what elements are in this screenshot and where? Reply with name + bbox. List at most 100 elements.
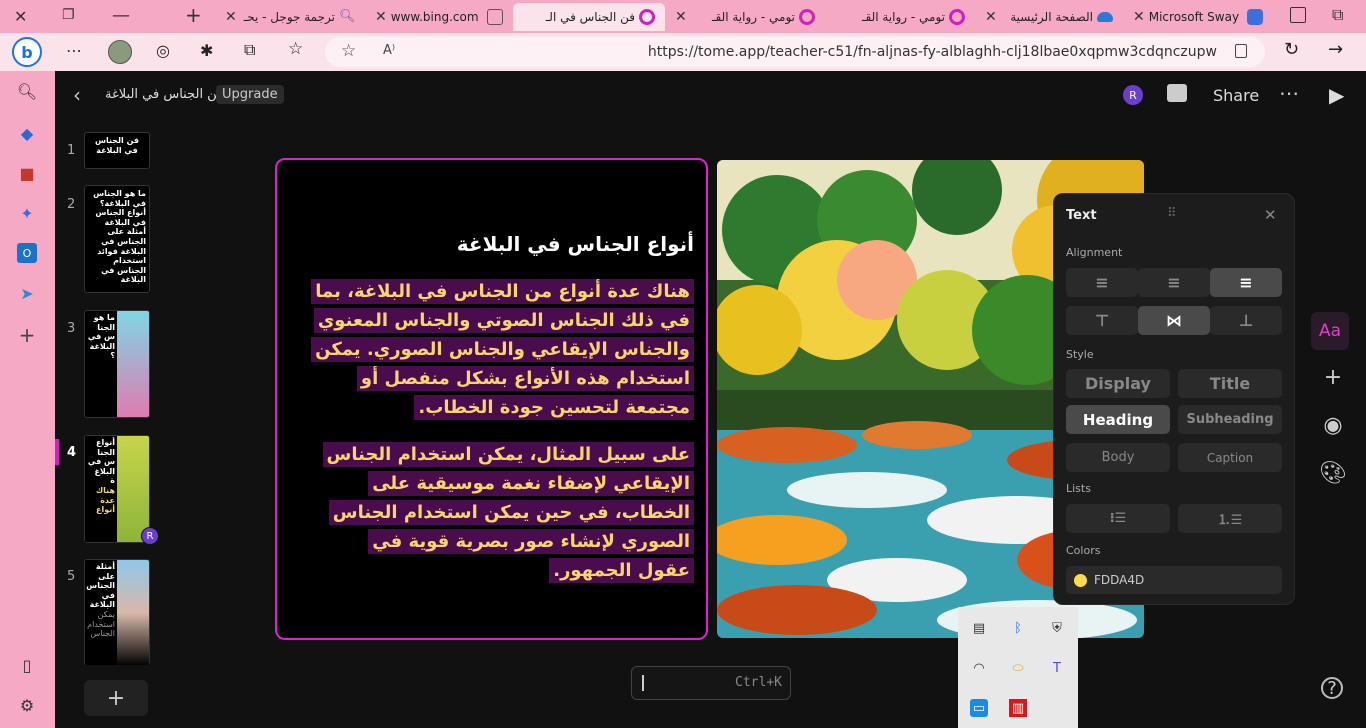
workspaces-icon[interactable]: ⧉ xyxy=(1332,5,1343,25)
close-icon[interactable]: ✕ xyxy=(375,9,387,25)
minimize-icon[interactable]: — xyxy=(112,5,130,26)
text-color-field[interactable]: FDDA4D xyxy=(1066,566,1282,594)
browser-essentials-icon[interactable]: ◎ xyxy=(156,41,170,60)
copilot-icon[interactable]: ✦ xyxy=(17,203,37,223)
collections-icon[interactable]: ⧉ xyxy=(244,40,255,60)
align-right-button[interactable]: ≡ xyxy=(1210,268,1282,297)
new-tab-icon[interactable]: + xyxy=(185,3,202,27)
network-printer-icon[interactable]: ▤ xyxy=(970,619,988,637)
theme-palette-icon[interactable]: 🎨︎ xyxy=(1317,457,1349,489)
url-field[interactable]: ☆ A⁾ https://tome.app/teacher-c51/fn-alj… xyxy=(325,37,1265,67)
sidebar-toggle-icon[interactable]: ▯ xyxy=(17,655,37,675)
tab-tome-active[interactable]: فن الجناس في الـ xyxy=(513,3,665,31)
style-caption-button[interactable]: Caption xyxy=(1178,443,1282,472)
comment-icon[interactable] xyxy=(1167,84,1187,102)
tab-sway[interactable]: ✕ Microsoft Sway xyxy=(1123,3,1273,31)
slide-thumbnail-1[interactable]: فن الجناس في البلاغة xyxy=(84,132,150,169)
slide-thumbnail-2[interactable]: ما هو الجناس في البلاغة؟ أنواع الجناس في… xyxy=(84,185,150,293)
close-icon[interactable]: ✕ xyxy=(985,9,997,25)
restore-icon[interactable]: ❐ xyxy=(62,7,75,23)
refresh-icon[interactable]: ↻ xyxy=(1284,39,1299,60)
close-icon[interactable]: ✕ xyxy=(1133,9,1145,25)
upgrade-button[interactable]: Upgrade xyxy=(216,85,284,104)
tab-bing[interactable]: ✕ www.bing.com xyxy=(365,3,513,31)
valign-bottom-button[interactable]: ⊥ xyxy=(1210,306,1282,335)
anydesk-icon[interactable]: ▥ xyxy=(1009,699,1027,717)
valign-middle-button[interactable]: ⋈ xyxy=(1138,306,1210,335)
bluetooth-icon[interactable]: ᛒ xyxy=(1009,619,1027,637)
add-sidebar-icon[interactable]: + xyxy=(17,323,37,347)
slide-text-card[interactable]: أنواع الجناس في البلاغة هناك عدة أنواع م… xyxy=(275,158,708,640)
close-icon[interactable]: ✕ xyxy=(225,9,237,25)
tab-label: Microsoft Sway xyxy=(1148,10,1240,24)
browser-tab-bar: ✕ ❐ — + ✕ ترجمة جوجل - يحـ 🔍︎ ✕ www.bing… xyxy=(0,0,1366,33)
style-title-button[interactable]: Title xyxy=(1178,369,1282,398)
close-window-icon[interactable]: ✕ xyxy=(14,7,27,26)
slide-thumbnail-4[interactable]: أنواع الجنا س في البلاغ ة هناك عدة أنواع xyxy=(84,435,150,543)
valign-top-button[interactable]: ⊤ xyxy=(1066,306,1138,335)
address-bar-row: b ⋯ ◎ ✱ ⧉ ☆ ☆ A⁾ https://tome.app/teache… xyxy=(0,33,1366,71)
bing-chat-icon[interactable]: b xyxy=(12,37,42,67)
align-left-button[interactable]: ≡ xyxy=(1066,268,1138,297)
command-bar[interactable]: Ctrl+K xyxy=(631,666,791,700)
share-button[interactable]: Share xyxy=(1213,86,1259,105)
favorites-icon[interactable]: ☆ xyxy=(288,39,303,59)
thumb-number: 1 xyxy=(67,143,76,158)
slide-paragraph-1[interactable]: هناك عدة أنواع من الجناس في البلاغة، بما… xyxy=(311,277,694,422)
drag-handle-icon[interactable]: ⠿ xyxy=(1167,206,1177,221)
close-icon[interactable]: ✕ xyxy=(675,9,687,25)
add-slide-button[interactable]: + xyxy=(84,680,148,716)
play-icon[interactable]: ▶ xyxy=(1329,83,1344,107)
telegram-icon[interactable]: ➤ xyxy=(17,283,37,303)
align-center-button[interactable]: ≡ xyxy=(1138,268,1210,297)
settings-gear-icon[interactable]: ⚙ xyxy=(17,695,37,715)
favorite-star-icon[interactable]: ☆ xyxy=(341,41,356,61)
style-heading-button[interactable]: Heading xyxy=(1066,405,1170,434)
shopping-tag-icon[interactable]: ◆ xyxy=(17,123,37,143)
tab-tome-3[interactable]: تومي - رواية القـ xyxy=(825,3,975,31)
storage-icon[interactable]: ⬭ xyxy=(1009,659,1027,677)
text-tool-button[interactable]: Aa xyxy=(1311,312,1349,350)
search-icon[interactable]: 🔍︎ xyxy=(17,81,37,101)
lock-icon[interactable] xyxy=(1235,44,1247,58)
forward-icon[interactable]: → xyxy=(1328,39,1343,60)
doc-title[interactable]: فن الجناس في البلاغة xyxy=(105,87,223,102)
extensions-icon[interactable]: ✱ xyxy=(200,41,213,60)
back-chevron-icon[interactable]: ‹ xyxy=(73,83,81,107)
close-icon[interactable]: ✕ xyxy=(1264,206,1277,224)
more-dots-icon[interactable]: ⋯ xyxy=(66,41,82,60)
thumb-text: ما هو الجناس في البلاغة؟ أنواع الجناس في… xyxy=(93,189,146,285)
record-icon[interactable]: ◉ xyxy=(1317,409,1349,441)
tab-google-translate[interactable]: ✕ ترجمة جوجل - يحـ 🔍︎ xyxy=(215,3,365,31)
slide-thumbnail-5[interactable]: أمثلة على الجناس في البلاغة يمكن استخدام… xyxy=(84,559,150,665)
numbered-list-button[interactable]: ⒈☰ xyxy=(1178,504,1282,533)
style-label: Style xyxy=(1066,348,1094,361)
user-avatar[interactable]: R xyxy=(1123,85,1143,105)
bullet-list-button[interactable]: ⁝☰ xyxy=(1066,504,1170,533)
add-icon[interactable]: + xyxy=(1317,361,1349,393)
thumb-number: 5 xyxy=(67,569,76,584)
security-shield-icon[interactable]: ⛨ xyxy=(1048,619,1066,637)
outlook-icon[interactable]: O xyxy=(17,243,37,263)
read-aloud-icon[interactable]: A⁾ xyxy=(383,43,395,58)
teams-icon[interactable]: T xyxy=(1048,659,1066,677)
zoom-icon[interactable]: ▭ xyxy=(970,699,988,717)
style-subheading-button[interactable]: Subheading xyxy=(1178,405,1282,434)
style-display-button[interactable]: Display xyxy=(1066,369,1170,398)
tab-tome-2[interactable]: ✕ تومي - رواية القـ xyxy=(665,3,825,31)
slide-thumbnail-3[interactable]: ما هو الجنا س في البلاغة ؟ xyxy=(84,310,150,418)
panel-title: Text xyxy=(1066,208,1097,223)
tab-label: www.bing.com xyxy=(390,10,479,24)
tab-actions-icon[interactable] xyxy=(1290,7,1306,23)
thumb-text-block: أنواع الجنا س في البلاغ ة هناك عدة أنواع xyxy=(85,436,117,542)
wifi-icon[interactable]: ◠ xyxy=(970,659,988,677)
profile-avatar[interactable] xyxy=(108,40,132,64)
tools-briefcase-icon[interactable]: ■ xyxy=(17,163,37,183)
tab-label: تومي - رواية القـ xyxy=(861,10,945,24)
help-icon[interactable]: ? xyxy=(1321,677,1343,699)
slide-paragraph-2[interactable]: على سبيل المثال، يمكن استخدام الجناس الإ… xyxy=(314,440,694,585)
tab-onedrive[interactable]: ✕ الصفحة الرئيسية xyxy=(975,3,1123,31)
style-body-button[interactable]: Body xyxy=(1066,443,1170,472)
more-options-icon[interactable]: ⋯ xyxy=(1279,81,1299,105)
slide-heading[interactable]: أنواع الجناس في البلاغة xyxy=(457,232,694,256)
